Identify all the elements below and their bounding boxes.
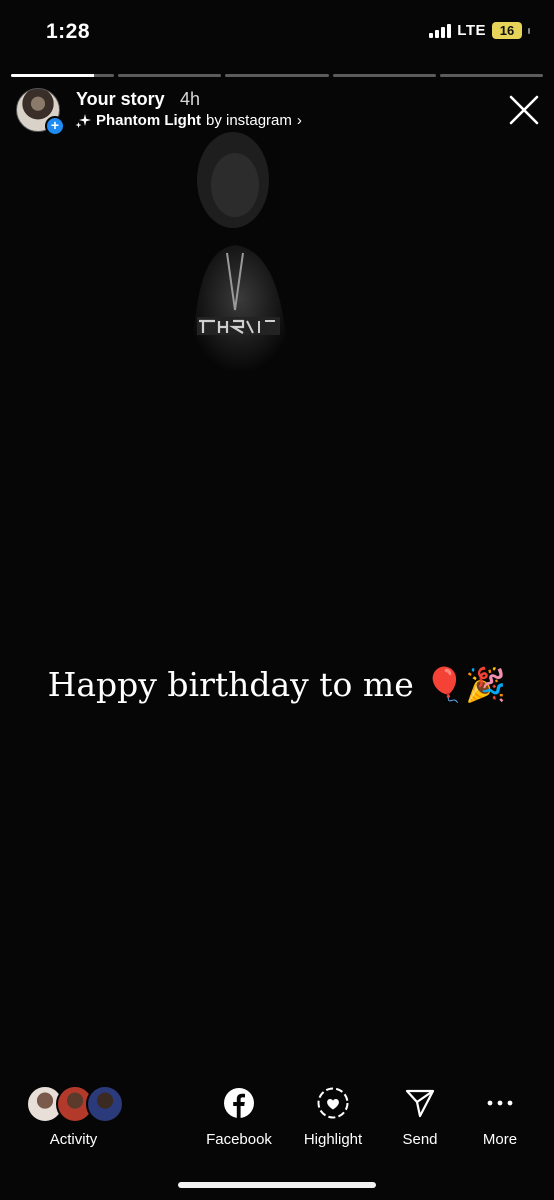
activity-button[interactable] — [26, 1085, 126, 1123]
sparkles-icon — [75, 113, 91, 128]
send-label: Send — [402, 1131, 438, 1148]
progress-segment — [118, 74, 222, 77]
progress-segment — [11, 74, 115, 77]
chevron-right-icon: › — [296, 112, 302, 129]
facebook-button[interactable]: Facebook — [199, 1085, 279, 1148]
caption-text: Happy birthday to me — [47, 665, 414, 704]
send-icon — [402, 1085, 438, 1121]
more-icon — [482, 1085, 518, 1121]
viewer-avatar — [86, 1085, 124, 1123]
story-progress — [11, 74, 544, 77]
network-label: LTE — [457, 22, 486, 39]
close-icon[interactable] — [506, 92, 542, 128]
highlight-button[interactable]: Highlight — [293, 1085, 373, 1148]
battery-tip — [528, 27, 530, 34]
status-time: 1:28 — [46, 20, 91, 43]
more-button[interactable]: More — [465, 1085, 535, 1148]
more-label: More — [482, 1131, 518, 1148]
progress-segment — [439, 74, 544, 77]
add-story-icon[interactable]: + — [45, 116, 65, 136]
facebook-icon — [221, 1085, 257, 1121]
progress-segment — [225, 74, 329, 77]
activity-label[interactable]: Activity — [26, 1131, 121, 1148]
highlight-icon — [315, 1085, 351, 1121]
signal-icon — [429, 23, 452, 38]
story-age: 4h — [180, 89, 201, 109]
battery-icon: 16 — [492, 22, 522, 39]
progress-fill — [11, 74, 94, 77]
progress-segment — [332, 74, 436, 77]
facebook-label: Facebook — [206, 1131, 272, 1148]
status-indicators: LTE 16 — [429, 22, 530, 39]
highlight-label: Highlight — [303, 1131, 363, 1148]
caption-emoji: 🎈🎉 — [424, 665, 507, 704]
story-caption: Happy birthday to me 🎈🎉 — [0, 665, 554, 705]
send-button[interactable]: Send — [385, 1085, 455, 1148]
battery-level: 16 — [499, 23, 515, 38]
story-photo-subject — [190, 132, 290, 380]
story-title[interactable]: Your story — [76, 89, 165, 110]
home-indicator[interactable] — [178, 1182, 376, 1188]
